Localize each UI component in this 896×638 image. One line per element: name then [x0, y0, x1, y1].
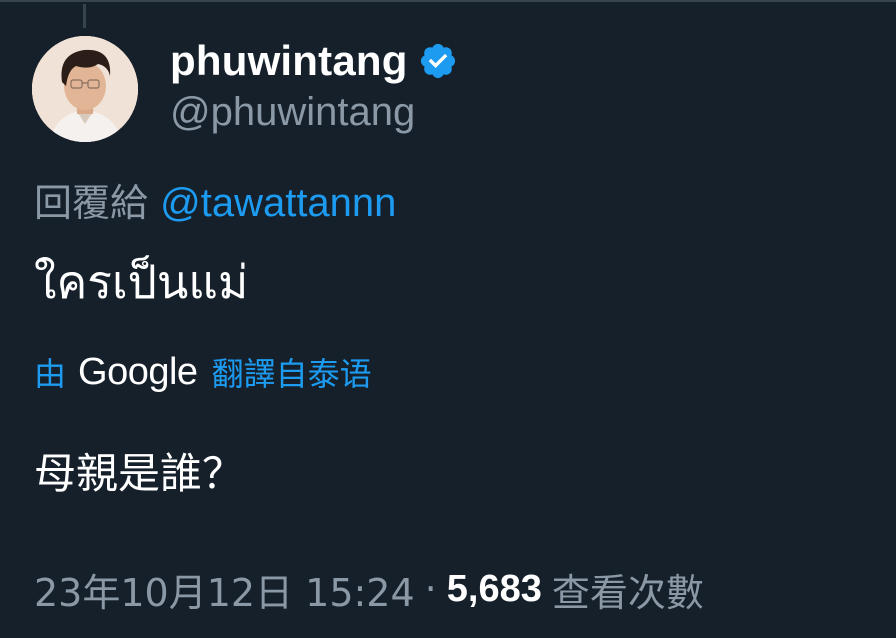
views-count[interactable]: 5,683 [447, 568, 542, 611]
author-display-name[interactable]: phuwintang [170, 37, 408, 85]
top-divider [0, 0, 896, 2]
thread-connector-line [83, 4, 86, 28]
tweet-text: ใครเป็นแม่ [34, 255, 249, 309]
avatar-image [32, 36, 138, 142]
google-logo: Google [78, 350, 198, 393]
translation-by-label: 由 [34, 355, 67, 393]
author-name-row[interactable]: phuwintang [170, 36, 458, 86]
verified-badge-icon[interactable] [418, 41, 458, 81]
reply-mention-link[interactable]: @tawattannn [160, 181, 396, 225]
tweet-meta: 23年10月12日 15:24 · 5,683 查看次數 [34, 566, 704, 615]
translation-attribution: 由 Google 翻譯自泰语 [34, 350, 372, 394]
views-label[interactable]: 查看次數 [552, 562, 704, 617]
translated-from-link[interactable]: 翻譯自泰语 [212, 349, 372, 395]
tweet-timestamp[interactable]: 23年10月12日 15:24 [34, 562, 415, 617]
reply-prefix: 回覆給 [34, 181, 149, 225]
meta-separator: · [424, 567, 437, 611]
avatar[interactable] [32, 36, 138, 142]
reply-context: 回覆給 @tawattannn [34, 172, 396, 227]
translated-tweet-text: 母親是誰？ [34, 449, 245, 498]
author-handle[interactable]: @phuwintang [170, 90, 415, 135]
